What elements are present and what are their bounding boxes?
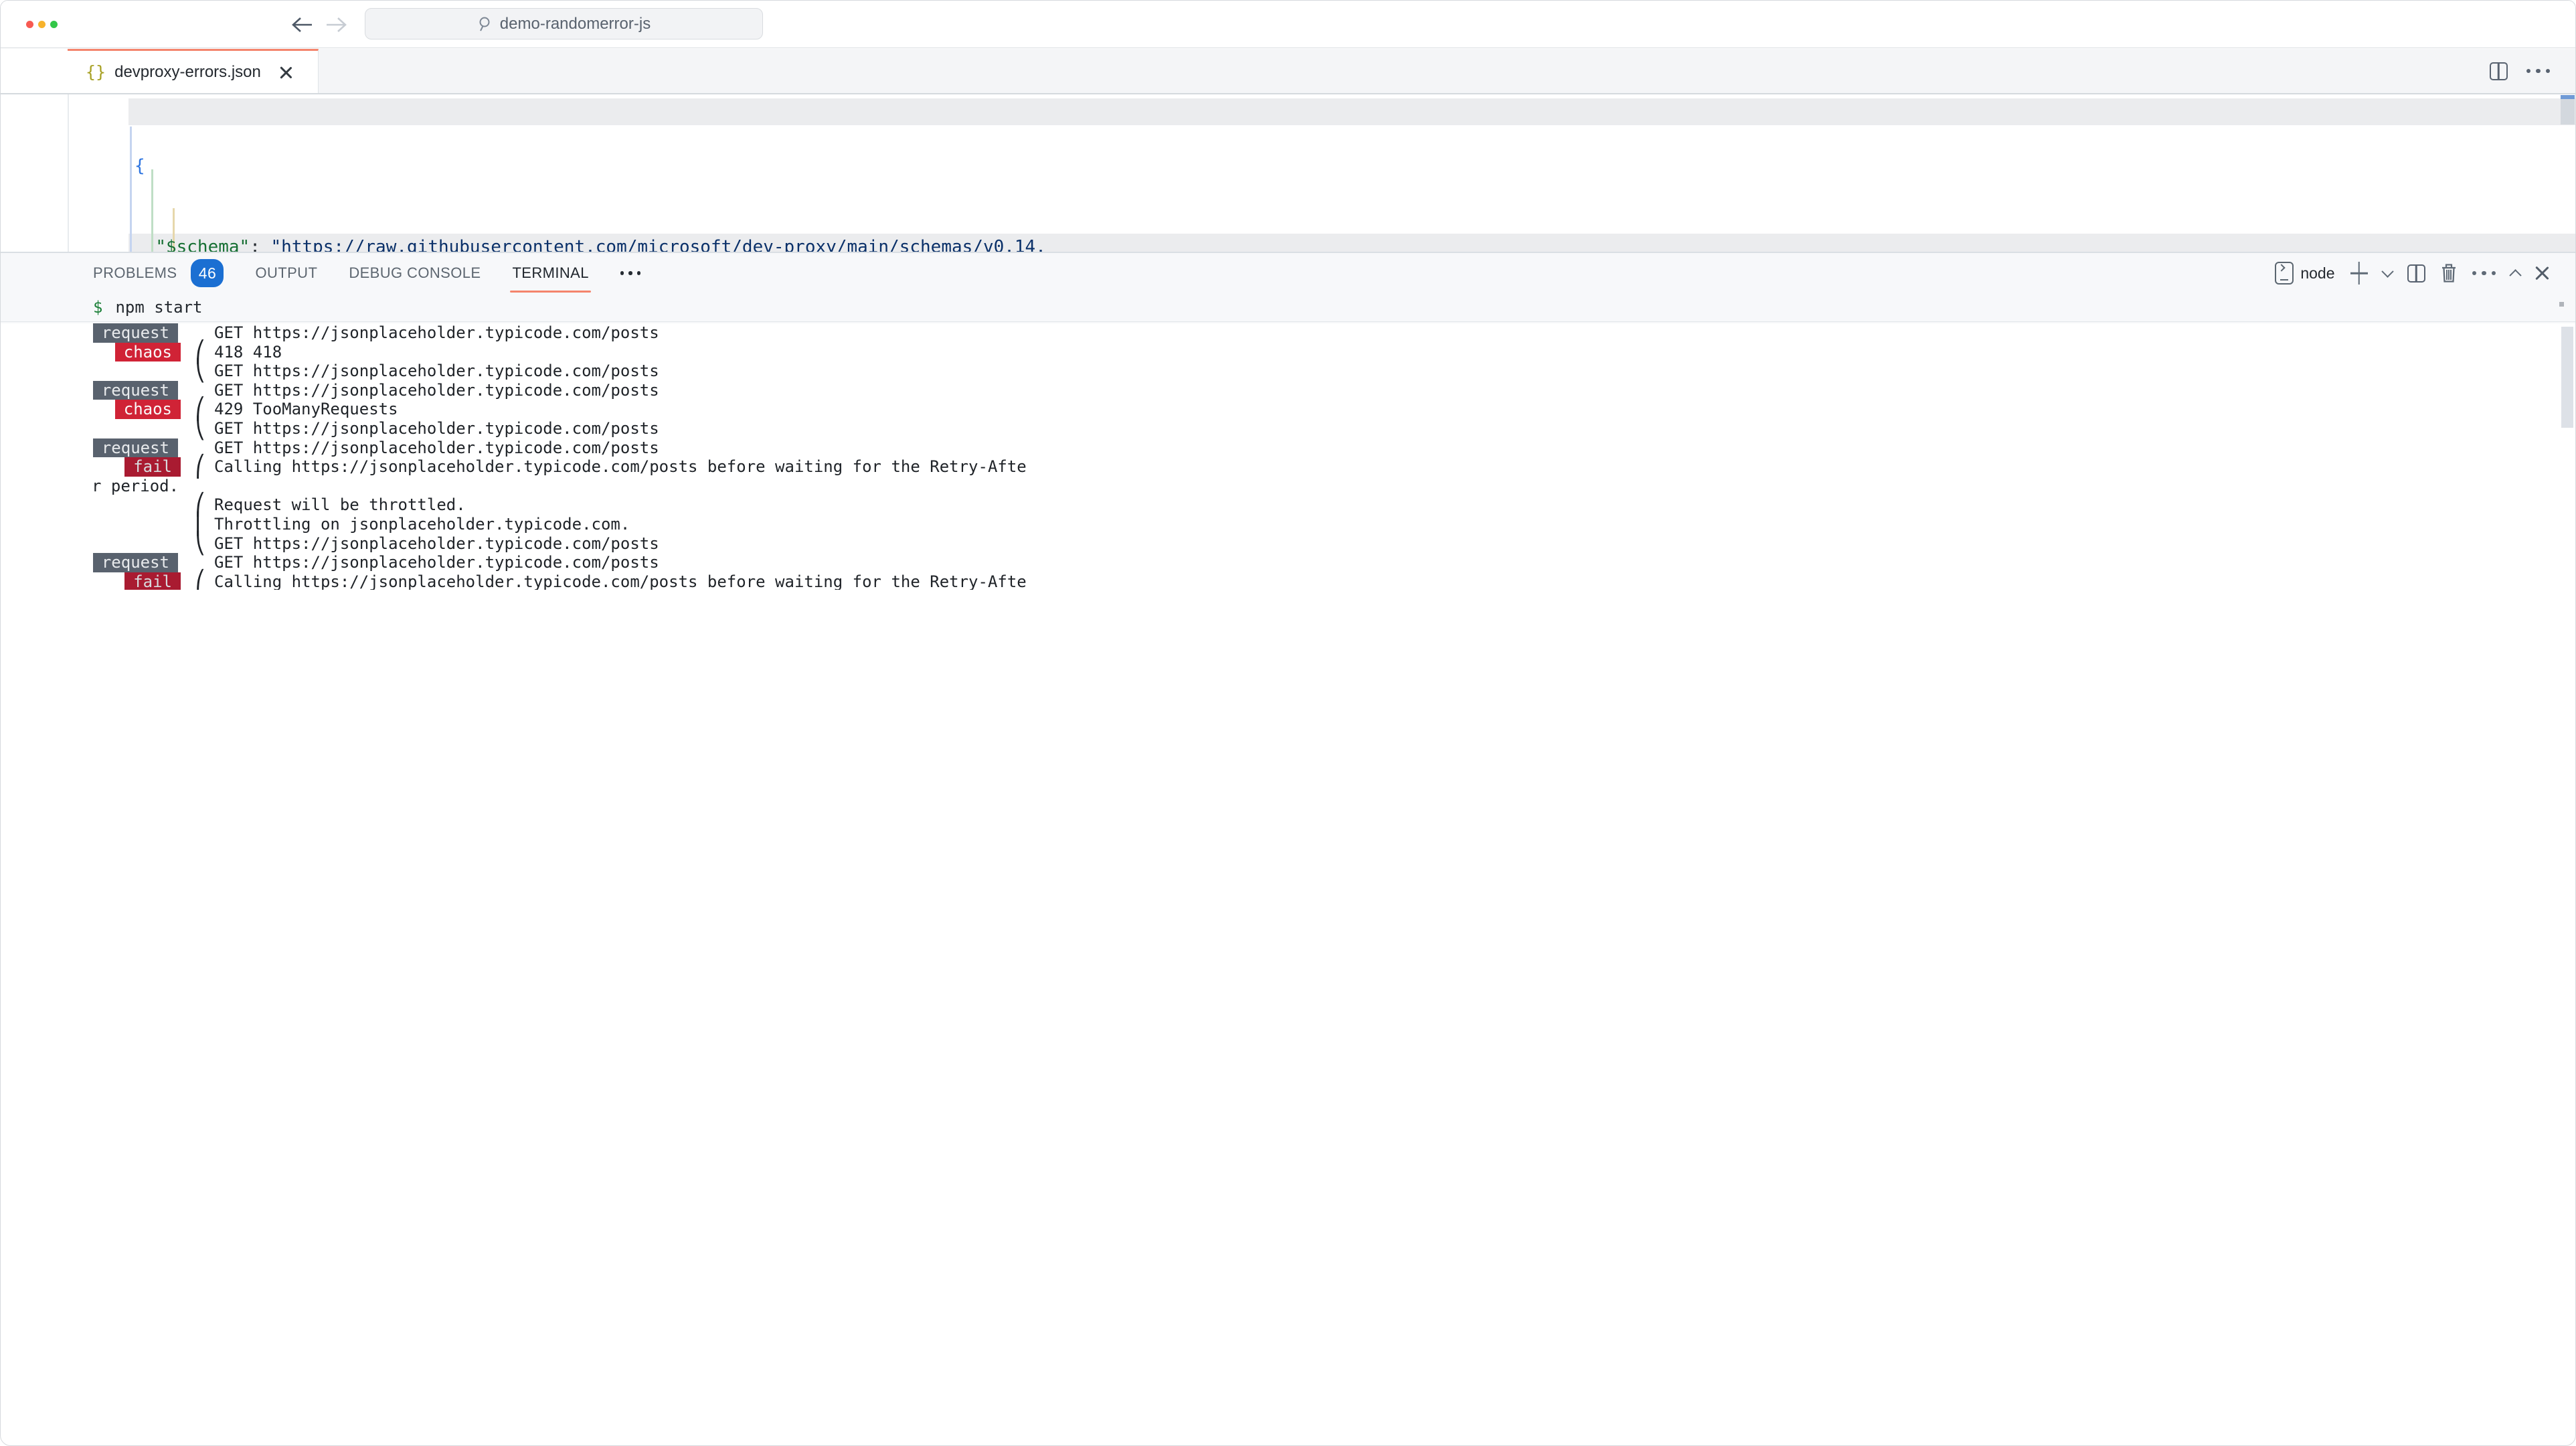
terminal-sticky-command: $ npm start [1,293,2575,322]
message-bracket: ⎝ [181,362,214,381]
terminal-log-row: r period. [1,477,2575,496]
terminal-log-row: fail⎛Calling https://jsonplaceholder.typ… [1,457,2575,477]
shell-selector[interactable]: node [2275,262,2334,285]
terminal-log-row: chaos⎛418 418 [1,343,2575,362]
terminal-log-row: ⎛Request will be throttled. [1,495,2575,515]
new-terminal-icon[interactable] [2350,264,2368,282]
close-panel-icon[interactable] [2535,266,2549,280]
terminal-log-row: requestGET https://jsonplaceholder.typic… [1,381,2575,400]
prompt-symbol: $ [93,298,102,317]
terminal-toolbar: node [2275,253,2549,293]
close-tab-icon[interactable] [279,66,292,79]
more-actions-icon[interactable] [2526,69,2551,74]
terminal-log-row: ⎝GET https://jsonplaceholder.typicode.co… [1,419,2575,438]
tab-debug-console[interactable]: DEBUG CONSOLE [349,253,481,293]
shell-name: node [2300,264,2334,283]
close-window-icon[interactable] [26,21,33,28]
maximize-panel-icon[interactable] [2509,269,2521,281]
terminal-log-row: requestGET https://jsonplaceholder.typic… [1,553,2575,572]
chevron-down-icon[interactable] [2381,265,2393,277]
zoom-window-icon[interactable] [50,21,58,28]
json-file-icon: {} [86,62,106,82]
kill-terminal-trash-icon[interactable] [2441,264,2457,283]
search-input[interactable]: demo-randomerror-js [365,8,763,39]
terminal-more-actions-icon[interactable] [2472,271,2496,276]
terminal-log-row: fail⎛Calling https://jsonplaceholder.typ… [1,572,2575,590]
tab-problems[interactable]: PROBLEMS 46 [93,253,224,293]
message-bracket: ⎛ [181,572,214,590]
request-badge: request [93,323,178,343]
title-bar: demo-randomerror-js [1,1,2575,48]
search-value: demo-randomerror-js [500,15,651,33]
back-arrow-icon[interactable] [288,15,315,34]
panel-more-tabs-icon[interactable] [620,271,641,275]
panel-tab-bar: PROBLEMS 46 OUTPUT DEBUG CONSOLE TERMINA… [1,253,2575,293]
terminal-log-row: ⎝GET https://jsonplaceholder.typicode.co… [1,534,2575,554]
terminal-icon [2275,262,2294,285]
chaos-badge: chaos [115,343,181,362]
fail-badge: fail [124,572,181,590]
bottom-panel: PROBLEMS 46 OUTPUT DEBUG CONSOLE TERMINA… [1,252,2575,590]
code-editor[interactable]: { "$schema": "https://raw.githubusercont… [1,94,2575,252]
tab-output[interactable]: OUTPUT [255,253,317,293]
minimize-window-icon[interactable] [38,21,46,28]
request-badge: request [93,438,178,458]
schema-url-link[interactable]: "https://raw.githubusercontent.com/micro… [271,237,1046,252]
terminal-log-row: ⎜Throttling on jsonplaceholder.typicode.… [1,515,2575,534]
traffic-lights [26,21,58,28]
command-text: npm start [115,298,202,317]
editor-tab-strip: {} devproxy-errors.json [1,49,2575,94]
split-terminal-icon[interactable] [2407,264,2425,283]
editor-actions [2490,49,2551,93]
split-editor-icon[interactable] [2490,62,2508,80]
tab-label: devproxy-errors.json [114,63,261,82]
code-content: { "$schema": "https://raw.githubusercont… [128,98,2575,252]
search-icon [477,16,493,32]
terminal-scrollbar[interactable] [2561,327,2573,428]
terminal-log-row: requestGET https://jsonplaceholder.typic… [1,438,2575,458]
code-line: "$schema": "https://raw.githubuserconten… [128,234,2575,252]
request-badge: request [93,381,178,400]
forward-arrow-icon[interactable] [324,15,351,34]
problems-count-badge: 46 [191,259,224,287]
terminal-output[interactable]: requestGET https://jsonplaceholder.typic… [1,323,2575,590]
scrollbar-decoration [2559,302,2564,307]
code-line: { [128,153,2575,179]
terminal-log-row: chaos⎛429 TooManyRequests [1,400,2575,419]
terminal-log-row: ⎝GET https://jsonplaceholder.typicode.co… [1,362,2575,381]
fail-badge: fail [124,457,181,477]
tab-devproxy-errors-json[interactable]: {} devproxy-errors.json [68,49,319,93]
chaos-badge: chaos [115,400,181,419]
message-bracket: ⎝ [181,419,214,438]
tab-terminal[interactable]: TERMINAL [512,253,588,293]
app-window: demo-randomerror-js {} devproxy-errors.j… [0,0,2576,1446]
message-bracket: ⎝ [181,534,214,554]
request-badge: request [93,553,178,572]
terminal-log-row: requestGET https://jsonplaceholder.typic… [1,323,2575,343]
message-bracket: ⎛ [181,457,214,477]
editor-scrollbar[interactable] [2561,99,2575,125]
